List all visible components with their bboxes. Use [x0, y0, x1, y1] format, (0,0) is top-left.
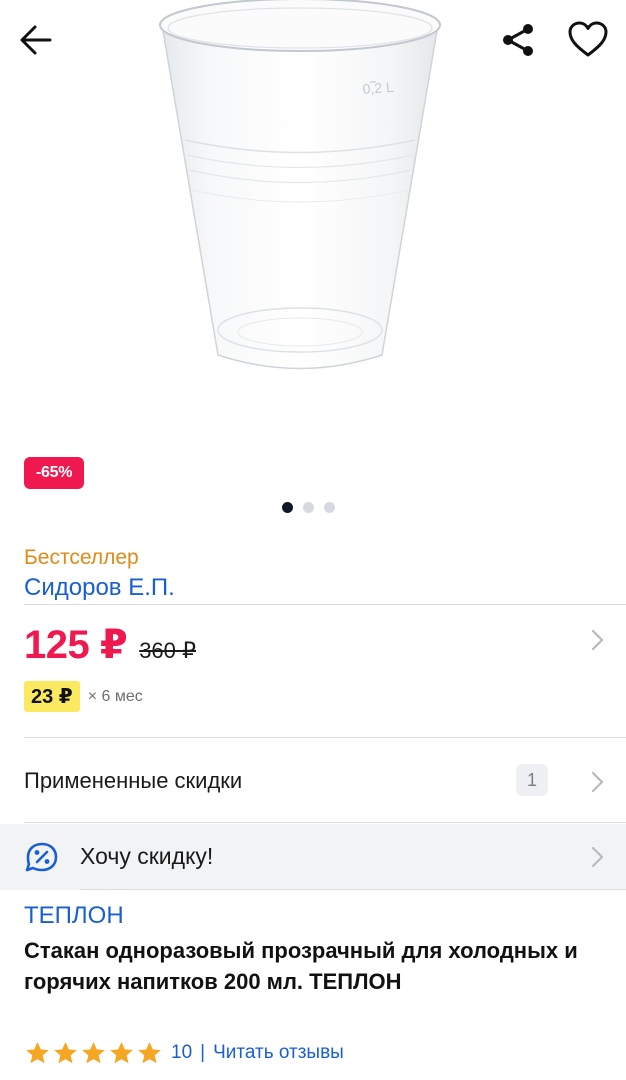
installment-amount: 23 ₽ [24, 681, 80, 712]
chevron-right-icon [588, 770, 608, 799]
star-icon [110, 1041, 133, 1064]
top-action-bar [0, 0, 626, 80]
applied-discounts-row[interactable]: Примененные скидки 1 [0, 740, 626, 822]
back-button[interactable] [14, 18, 58, 62]
bestseller-label: Бестселлер [24, 546, 139, 569]
gallery-pagination[interactable] [282, 502, 335, 513]
rating-block[interactable]: 10 | Читать отзывы [24, 1040, 344, 1066]
applied-discounts-label: Примененные скидки [24, 768, 243, 793]
rating-count: 10 [171, 1042, 193, 1063]
star-icon [54, 1041, 77, 1064]
favorite-button[interactable] [564, 16, 612, 64]
divider [80, 889, 626, 890]
seller-link[interactable]: Сидоров Е.П. [24, 574, 175, 602]
rating-separator: | [200, 1042, 206, 1063]
divider [24, 822, 626, 823]
chevron-right-icon[interactable] [588, 628, 608, 657]
installment-period: × 6 мес [87, 687, 143, 705]
gallery-dot[interactable] [303, 502, 314, 513]
price-block[interactable]: 125 ₽ 360 ₽ [24, 622, 196, 668]
heart-icon [568, 21, 608, 57]
discount-percent-icon [24, 841, 60, 878]
divider [24, 737, 626, 738]
current-price: 125 ₽ [24, 623, 128, 667]
discounts-count-badge: 1 [516, 764, 548, 796]
star-icon [82, 1041, 105, 1064]
chevron-right-icon [588, 845, 608, 874]
share-button[interactable] [496, 18, 540, 62]
want-discount-row[interactable]: Хочу скидку! [0, 824, 626, 890]
installment-info[interactable]: 23 ₽ × 6 мес [24, 681, 143, 712]
share-icon [503, 24, 533, 56]
gallery-dot[interactable] [324, 502, 335, 513]
star-icon [26, 1041, 49, 1064]
star-icon [138, 1041, 161, 1064]
rating-stars [24, 1040, 163, 1066]
arrow-left-icon [20, 25, 52, 55]
gallery-dot-active[interactable] [282, 502, 293, 513]
want-discount-label: Хочу скидку! [80, 843, 214, 869]
divider [24, 604, 626, 605]
product-title: Стакан одноразовый прозрачный для холодн… [24, 938, 578, 994]
discount-badge: -65% [24, 457, 85, 489]
brand-link[interactable]: ТЕПЛОН [24, 902, 124, 930]
old-price: 360 ₽ [139, 638, 197, 663]
read-reviews-link[interactable]: Читать отзывы [213, 1042, 344, 1064]
svg-text:0,2 L: 0,2 L [362, 79, 394, 97]
